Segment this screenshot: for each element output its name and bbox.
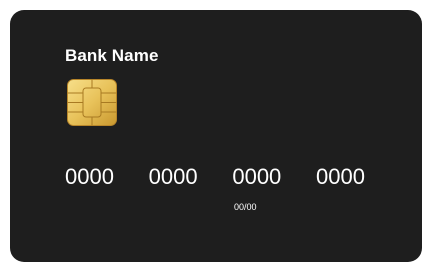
emv-chip-icon bbox=[67, 79, 117, 126]
card-number: 0000 0000 0000 0000 bbox=[65, 164, 365, 190]
credit-card: Bank Name 0000 0000 0000 0000 00/00 bbox=[10, 10, 422, 262]
card-number-group: 0000 bbox=[65, 164, 114, 189]
card-number-group: 0000 bbox=[232, 164, 282, 189]
bank-name: Bank Name bbox=[65, 46, 159, 65]
card-number-group: 0000 bbox=[316, 164, 365, 189]
expiry-date: 00/00 bbox=[234, 202, 257, 212]
card-number-group: 0000 bbox=[148, 164, 198, 189]
